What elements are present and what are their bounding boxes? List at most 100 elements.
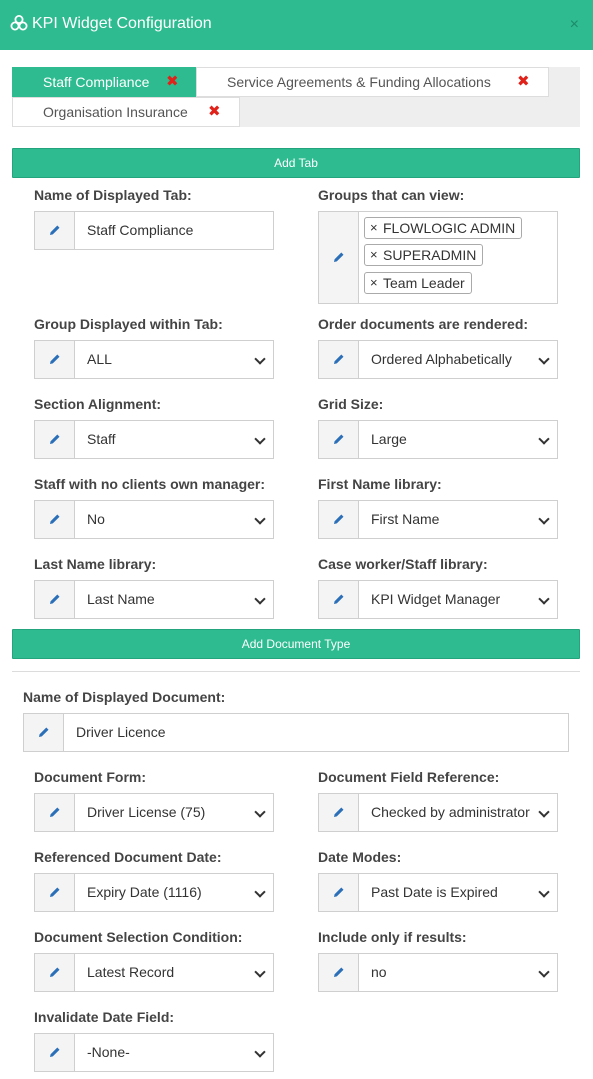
tab-label: Service Agreements & Funding Allocations (227, 74, 491, 90)
caseworker-label: Case worker/Staff library: (318, 556, 488, 572)
order-value: Ordered Alphabetically (371, 351, 512, 367)
grid-size-value: Large (371, 431, 407, 447)
staff-no-clients-value: No (87, 511, 105, 527)
selection-condition-label: Document Selection Condition: (34, 929, 243, 945)
date-modes-value: Past Date is Expired (371, 884, 498, 900)
modal-header: KPI Widget Configuration × (0, 0, 593, 50)
last-name-label: Last Name library: (34, 556, 157, 572)
tab-organisation-insurance[interactable]: Organisation Insurance ✖ (12, 97, 240, 127)
group-tag: × Team Leader (364, 272, 472, 294)
edit-pencil-icon (35, 581, 75, 618)
edit-pencil-icon (319, 421, 359, 458)
edit-pencil-icon (35, 1034, 75, 1071)
last-name-select[interactable]: Last Name (34, 580, 274, 619)
chevron-down-icon (538, 886, 550, 898)
remove-tab-icon[interactable]: ✖ (517, 68, 530, 96)
field-reference-label: Document Field Reference: (318, 769, 500, 785)
first-name-value: First Name (371, 511, 440, 527)
date-modes-select[interactable]: Past Date is Expired (318, 873, 558, 912)
last-name-value: Last Name (87, 591, 155, 607)
document-form-value: Driver License (75) (87, 804, 206, 820)
document-name-input[interactable]: Driver Licence (23, 713, 569, 752)
modal-title: KPI Widget Configuration (32, 15, 212, 32)
ref-date-label: Referenced Document Date: (34, 849, 222, 865)
document-name-label: Name of Displayed Document: (23, 689, 226, 705)
remove-tag-icon[interactable]: × (370, 218, 378, 238)
group-tag: × SUPERADMIN (364, 244, 484, 266)
chevron-down-icon (538, 513, 550, 525)
section-alignment-value: Staff (87, 431, 116, 447)
tab-label: Staff Compliance (43, 74, 150, 90)
chevron-down-icon (538, 433, 550, 445)
group-within-select[interactable]: ALL (34, 340, 274, 379)
chevron-down-icon (254, 513, 266, 525)
chevron-down-icon (254, 1046, 266, 1058)
remove-tab-icon[interactable]: ✖ (166, 68, 179, 96)
widget-logo-icon (10, 15, 28, 31)
tab-name-input[interactable]: Staff Compliance (34, 211, 274, 250)
document-form-label: Document Form: (34, 769, 146, 785)
add-document-type-button[interactable]: Add Document Type (12, 629, 580, 659)
edit-pencil-icon (319, 874, 359, 911)
edit-pencil-icon (35, 794, 75, 831)
edit-pencil-icon (35, 874, 75, 911)
section-alignment-select[interactable]: Staff (34, 420, 274, 459)
staff-no-clients-select[interactable]: No (34, 500, 274, 539)
first-name-label: First Name library: (318, 476, 442, 492)
invalidate-date-label: Invalidate Date Field: (34, 1009, 175, 1025)
close-icon[interactable]: × (570, 15, 579, 35)
edit-pencil-icon (319, 794, 359, 831)
remove-tag-icon[interactable]: × (370, 245, 378, 265)
remove-tab-icon[interactable]: ✖ (208, 98, 221, 126)
chevron-down-icon (254, 806, 266, 818)
tab-name-value: Staff Compliance (87, 222, 194, 238)
edit-pencil-icon (24, 714, 64, 751)
invalidate-date-value: -None- (87, 1044, 130, 1060)
tab-service-agreements[interactable]: Service Agreements & Funding Allocations… (196, 67, 549, 97)
grid-size-label: Grid Size: (318, 396, 384, 412)
selection-condition-select[interactable]: Latest Record (34, 953, 274, 992)
tab-name-label: Name of Displayed Tab: (34, 187, 192, 203)
groups-label: Groups that can view: (318, 187, 465, 203)
field-reference-select[interactable]: Checked by administrator (318, 793, 558, 832)
chevron-down-icon (538, 593, 550, 605)
group-within-label: Group Displayed within Tab: (34, 316, 223, 332)
group-tag: × FLOWLOGIC ADMIN (364, 217, 523, 239)
first-name-select[interactable]: First Name (318, 500, 558, 539)
selection-condition-value: Latest Record (87, 964, 175, 980)
chevron-down-icon (254, 433, 266, 445)
edit-pencil-icon (319, 341, 359, 378)
include-results-value: no (371, 964, 387, 980)
invalidate-date-select[interactable]: -None- (34, 1033, 274, 1072)
groups-multiselect[interactable]: × FLOWLOGIC ADMIN × SUPERADMIN × Team Le… (318, 211, 558, 304)
date-modes-label: Date Modes: (318, 849, 402, 865)
chevron-down-icon (538, 966, 550, 978)
edit-pencil-icon (35, 421, 75, 458)
edit-pencil-icon (35, 212, 75, 249)
include-results-select[interactable]: no (318, 953, 558, 992)
chevron-down-icon (254, 353, 266, 365)
remove-tag-icon[interactable]: × (370, 273, 378, 293)
edit-pencil-icon (319, 581, 359, 618)
ref-date-select[interactable]: Expiry Date (1116) (34, 873, 274, 912)
add-tab-button[interactable]: Add Tab (12, 148, 580, 178)
caseworker-select[interactable]: KPI Widget Manager (318, 580, 558, 619)
section-divider (12, 671, 580, 672)
group-tag-label: SUPERADMIN (383, 247, 477, 263)
tab-staff-compliance[interactable]: Staff Compliance ✖ (12, 67, 196, 97)
staff-no-clients-label: Staff with no clients own manager: (34, 476, 266, 492)
ref-date-value: Expiry Date (1116) (87, 884, 202, 900)
chevron-down-icon (254, 886, 266, 898)
order-select[interactable]: Ordered Alphabetically (318, 340, 558, 379)
order-label: Order documents are rendered: (318, 316, 529, 332)
field-reference-value: Checked by administrator (371, 804, 530, 820)
document-form-select[interactable]: Driver License (75) (34, 793, 274, 832)
tab-label: Organisation Insurance (43, 104, 188, 120)
section-alignment-label: Section Alignment: (34, 396, 162, 412)
chevron-down-icon (254, 593, 266, 605)
edit-pencil-icon (319, 212, 359, 303)
grid-size-select[interactable]: Large (318, 420, 558, 459)
chevron-down-icon (538, 353, 550, 365)
group-tag-label: Team Leader (383, 275, 465, 291)
chevron-down-icon (538, 806, 550, 818)
